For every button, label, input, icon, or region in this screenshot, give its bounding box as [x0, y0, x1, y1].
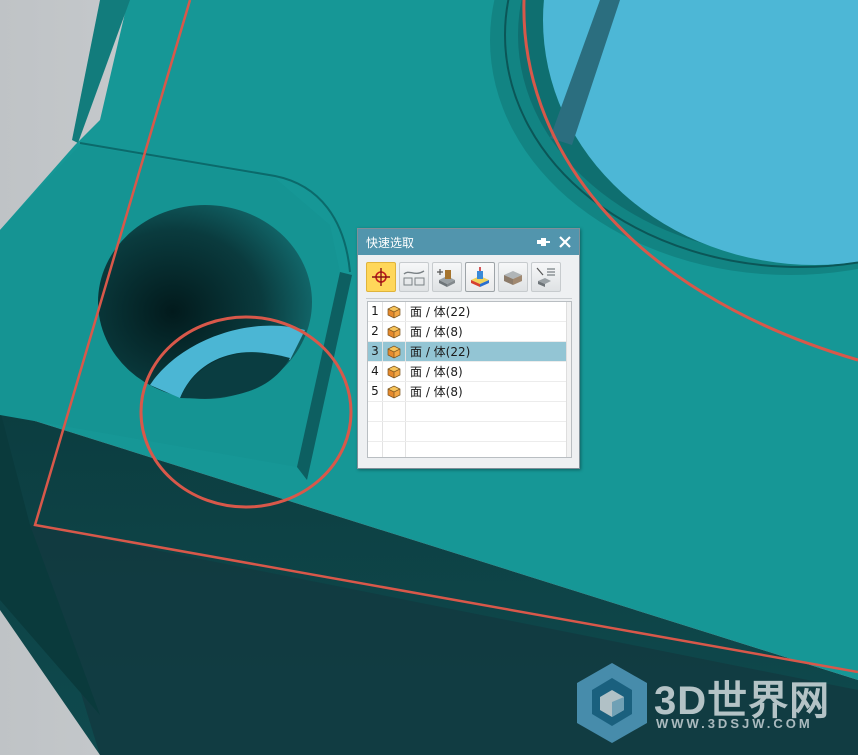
list-item[interactable]: 3 面 / 体(22): [368, 342, 571, 362]
row-number: 1: [368, 302, 383, 321]
row-label: 面 / 体(22): [410, 345, 471, 359]
body-cube-icon: [383, 362, 406, 381]
filter-toolbar: [366, 262, 561, 294]
close-icon[interactable]: [557, 234, 573, 250]
toolbar-divider: [366, 298, 572, 299]
solid-body-icon[interactable]: [465, 262, 495, 292]
list-item[interactable]: 4 面 / 体(8): [368, 362, 571, 382]
watermark: 3D世界网 WWW.3DSJW.COM: [572, 658, 842, 748]
row-number: 2: [368, 322, 383, 341]
watermark-url: WWW.3DSJW.COM: [656, 716, 813, 731]
empty-row: [368, 422, 571, 442]
pin-icon[interactable]: [535, 234, 551, 250]
empty-row: [368, 442, 571, 457]
watermark-logo-icon: [577, 663, 647, 743]
list-scrollbar[interactable]: [566, 302, 571, 457]
selection-list[interactable]: 1 面 / 体(22) 2 面 / 体(8) 3 面 / 体(22) 4 面 /…: [367, 301, 572, 458]
quick-pick-dialog: 快速选取 1 面 / 体(22) 2 面 / 体(8) 3 面 / 体(22) …: [357, 228, 580, 469]
curve-edge-icon[interactable]: [399, 262, 429, 292]
body-cube-icon: [383, 302, 406, 321]
row-label: 面 / 体(8): [410, 325, 463, 339]
list-select-icon[interactable]: [531, 262, 561, 292]
body-cube-icon: [383, 382, 406, 401]
list-item[interactable]: 5 面 / 体(8): [368, 382, 571, 402]
dialog-title: 快速选取: [366, 235, 415, 250]
row-label: 面 / 体(22): [410, 305, 471, 319]
row-number: 3: [368, 342, 383, 361]
empty-row: [368, 402, 571, 422]
component-icon[interactable]: [498, 262, 528, 292]
body-cube-icon: [383, 322, 406, 341]
crosshair-target-icon[interactable]: [366, 262, 396, 292]
list-item[interactable]: 2 面 / 体(8): [368, 322, 571, 342]
feature-extrude-icon[interactable]: [432, 262, 462, 292]
row-label: 面 / 体(8): [410, 385, 463, 399]
row-number: 4: [368, 362, 383, 381]
row-label: 面 / 体(8): [410, 365, 463, 379]
list-item[interactable]: 1 面 / 体(22): [368, 302, 571, 322]
row-number: 5: [368, 382, 383, 401]
body-cube-icon: [383, 342, 406, 361]
dialog-titlebar[interactable]: 快速选取: [358, 229, 579, 255]
